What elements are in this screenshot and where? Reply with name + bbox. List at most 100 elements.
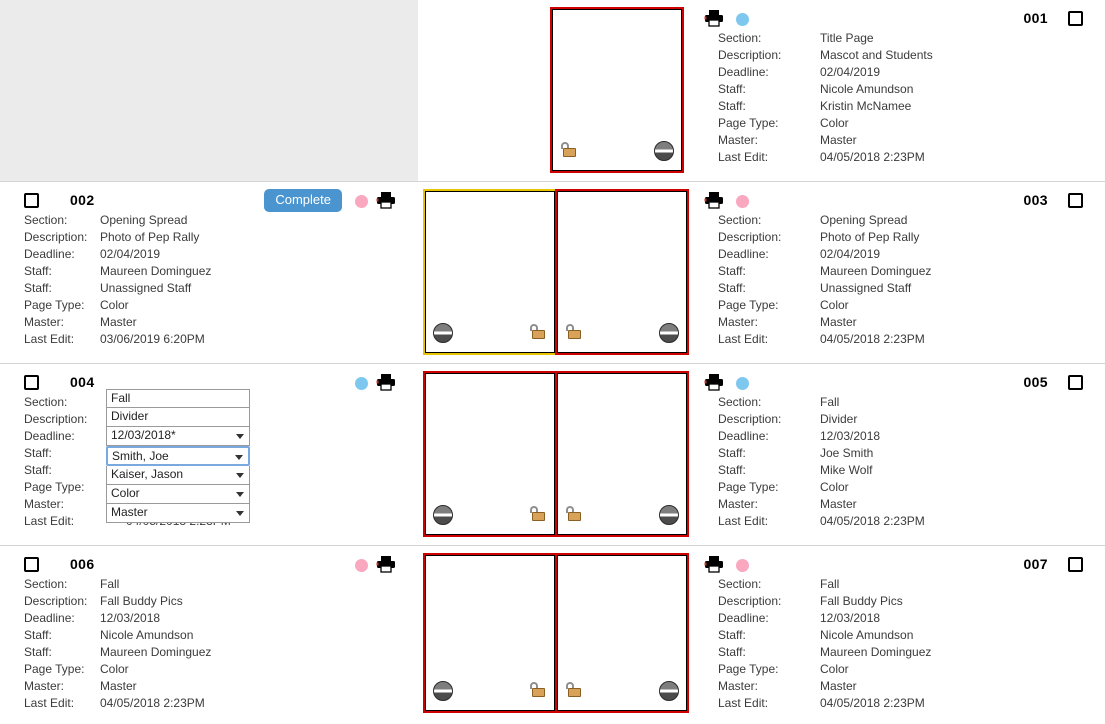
- description-input[interactable]: Divider: [106, 408, 250, 427]
- status-dot-icon[interactable]: [736, 195, 749, 208]
- no-entry-circle-icon[interactable]: [659, 323, 679, 343]
- printer-icon[interactable]: [704, 9, 724, 27]
- unlocked-padlock-icon[interactable]: [566, 324, 582, 339]
- unlocked-padlock-icon[interactable]: [530, 506, 546, 521]
- field-label-deadline: Deadline:: [718, 65, 769, 79]
- spread-thumbnail-area: [418, 182, 689, 363]
- printer-icon[interactable]: [376, 191, 396, 209]
- printer-icon[interactable]: [704, 555, 724, 573]
- field-value-deadline: 12/03/2018: [820, 611, 881, 625]
- unlocked-padlock-icon[interactable]: [530, 324, 546, 339]
- page-metadata: Section: Fall Description: Fall Buddy Pics…: [0, 576, 418, 712]
- field-value-staff: Nicole Amundson: [100, 628, 194, 642]
- field-value-staff: Maureen Dominguez: [820, 264, 932, 278]
- no-entry-circle-icon[interactable]: [659, 681, 679, 701]
- empty-placeholder: [0, 0, 418, 181]
- printer-icon[interactable]: [704, 373, 724, 391]
- status-dot-icon[interactable]: [355, 195, 368, 208]
- field-label-master: Master:: [24, 497, 65, 511]
- staff2-select[interactable]: Kaiser, Jason: [106, 466, 250, 485]
- field-value-staff: Nicole Amundson: [820, 628, 914, 642]
- status-dot-icon[interactable]: [736, 13, 749, 26]
- field-value-description: Photo of Pep Rally: [100, 230, 200, 244]
- no-entry-circle-icon[interactable]: [659, 505, 679, 525]
- status-dot-icon[interactable]: [355, 377, 368, 390]
- field-value-staff: Joe Smith: [820, 446, 874, 460]
- field-label-last-edit: Last Edit:: [718, 696, 769, 710]
- status-dot-icon[interactable]: [736, 377, 749, 390]
- field-label-deadline: Deadline:: [718, 247, 769, 261]
- select-checkbox[interactable]: [1068, 375, 1083, 390]
- field-value-description: Fall Buddy Pics: [100, 594, 183, 608]
- select-checkbox[interactable]: [24, 193, 39, 208]
- printer-icon[interactable]: [704, 191, 724, 209]
- master-select[interactable]: Master: [106, 504, 250, 523]
- page-number: 007: [1023, 556, 1048, 572]
- field-value-last-edit: 04/05/2018 2:23PM: [100, 696, 205, 710]
- page-thumbnail[interactable]: [423, 189, 557, 355]
- no-entry-circle-icon[interactable]: [433, 681, 453, 701]
- deadline-select[interactable]: 12/03/2018*: [106, 427, 250, 446]
- field-value-last-edit: 04/05/2018 2:23PM: [820, 150, 925, 164]
- page-header-002: 002 Complete: [0, 182, 418, 216]
- select-checkbox[interactable]: [24, 557, 39, 572]
- page-ladder-list: 001 Section: Title Page Description: Masco…: [0, 0, 1105, 720]
- field-value-section: Title Page: [820, 31, 874, 45]
- select-checkbox[interactable]: [1068, 557, 1083, 572]
- status-dot-icon[interactable]: [355, 559, 368, 572]
- page-thumbnail[interactable]: [555, 553, 689, 713]
- no-entry-circle-icon[interactable]: [654, 141, 674, 161]
- page-number: 006: [70, 556, 95, 572]
- page-metadata: Section: Opening Spread Description: Photo…: [688, 212, 1105, 348]
- status-dot-icon[interactable]: [736, 559, 749, 572]
- ladder-row-left-details: 006 Section: Fall Description: Fall Buddy …: [0, 546, 418, 720]
- ladder-row: 006 Section: Fall Description: Fall Buddy …: [0, 546, 1105, 720]
- field-value-section: Fall: [820, 395, 840, 409]
- field-value-section: Opening Spread: [820, 213, 908, 227]
- unlocked-padlock-icon[interactable]: [530, 682, 546, 697]
- page-thumbnail[interactable]: [423, 553, 557, 713]
- spread-thumbnail-area: [418, 546, 689, 720]
- select-checkbox[interactable]: [1068, 193, 1083, 208]
- unlocked-padlock-icon[interactable]: [566, 506, 582, 521]
- field-label-deadline: Deadline:: [718, 429, 769, 443]
- no-entry-circle-icon[interactable]: [433, 323, 453, 343]
- select-checkbox[interactable]: [24, 375, 39, 390]
- page-thumbnail[interactable]: [555, 189, 689, 355]
- field-label-deadline: Deadline:: [718, 611, 769, 625]
- field-label-page-type: Page Type:: [24, 480, 85, 494]
- field-label-page-type: Page Type:: [24, 298, 85, 312]
- ladder-row: 001 Section: Title Page Description: Masco…: [0, 0, 1105, 182]
- ladder-row: 002 Complete Section: Opening Spread Desc…: [0, 182, 1105, 364]
- field-label-deadline: Deadline:: [24, 429, 75, 443]
- field-label-page-type: Page Type:: [718, 480, 779, 494]
- page-number: 005: [1023, 374, 1048, 390]
- section-input[interactable]: Fall: [106, 389, 250, 408]
- complete-button[interactable]: Complete: [264, 189, 342, 212]
- field-label-staff: Staff:: [718, 628, 746, 642]
- field-value-deadline: 02/04/2019: [820, 65, 881, 79]
- field-value-master: Master: [100, 315, 137, 329]
- page-type-select[interactable]: Color: [106, 485, 250, 504]
- ladder-row-right-details: 001 Section: Title Page Description: Masco…: [688, 0, 1105, 181]
- field-label-master: Master:: [24, 315, 65, 329]
- field-label-staff: Staff:: [718, 446, 746, 460]
- select-checkbox[interactable]: [1068, 11, 1083, 26]
- unlocked-padlock-icon[interactable]: [561, 142, 577, 157]
- page-header-006: 006: [0, 546, 418, 580]
- field-label-staff2: Staff:: [24, 645, 52, 659]
- no-entry-circle-icon[interactable]: [433, 505, 453, 525]
- printer-icon[interactable]: [376, 373, 396, 391]
- printer-icon[interactable]: [376, 555, 396, 573]
- page-thumbnail[interactable]: [550, 7, 684, 173]
- page-metadata: Section: Fall Description: Fall Buddy Pics…: [688, 576, 1105, 712]
- spread-thumbnail-area: [418, 364, 689, 545]
- unlocked-padlock-icon[interactable]: [566, 682, 582, 697]
- field-value-page-type: Color: [820, 116, 849, 130]
- ladder-row-left-details-editing: 004 Section: Description: Deadline: Staf…: [0, 364, 418, 545]
- field-value-deadline: 12/03/2018: [100, 611, 161, 625]
- page-thumbnail[interactable]: [423, 371, 557, 537]
- page-thumbnail[interactable]: [555, 371, 689, 537]
- staff-select[interactable]: Smith, Joe: [106, 446, 250, 466]
- editable-field-stack: Fall Divider 12/03/2018* Smith, Joe Kais…: [106, 389, 250, 523]
